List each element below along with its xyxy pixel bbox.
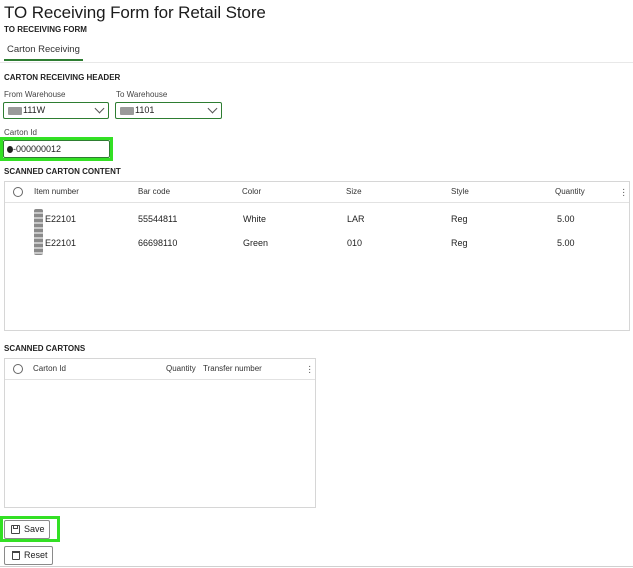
cell-quantity: 5.00 — [557, 238, 575, 248]
more-options-icon[interactable]: · · · — [622, 185, 625, 201]
chevron-down-icon[interactable] — [207, 103, 218, 114]
from-warehouse-value: 111W — [23, 105, 46, 115]
cell-quantity: 5.00 — [557, 214, 575, 224]
col-item-number[interactable]: Item number — [34, 182, 79, 202]
carton-id-value: -000000012 — [13, 144, 62, 154]
redacted-mark — [8, 106, 22, 115]
col-quantity[interactable]: Quantity — [555, 182, 585, 202]
tab-carton-receiving[interactable]: Carton Receiving — [4, 42, 83, 61]
page-title: TO Receiving Form for Retail Store — [4, 3, 266, 22]
redacted-mark — [120, 106, 134, 115]
cell-color: Green — [243, 238, 269, 248]
to-warehouse-label: To Warehouse — [116, 90, 168, 99]
save-button[interactable]: Save — [4, 520, 50, 539]
carton-id-input[interactable]: -000000012 — [3, 140, 110, 158]
select-all-radio[interactable] — [13, 364, 23, 374]
cell-bar-code: 55544811 — [138, 214, 178, 224]
cell-style: Reg — [451, 214, 468, 224]
col-quantity[interactable]: Quantity — [166, 359, 196, 379]
cell-size: 010 — [347, 238, 363, 248]
col-style[interactable]: Style — [451, 182, 469, 202]
cartons-section-title: SCANNED CARTONS — [4, 344, 86, 353]
save-label: Save — [24, 524, 45, 534]
carton-content-grid: Item number Bar code Color Size Style Qu… — [4, 181, 630, 331]
cell-style: Reg — [451, 238, 468, 248]
cell-size: LAR — [347, 214, 365, 224]
cell-item-number: E22101 — [45, 238, 77, 248]
col-carton-id[interactable]: Carton Id — [33, 359, 66, 379]
from-warehouse-label: From Warehouse — [4, 90, 66, 99]
scanned-cartons-grid: Carton Id Quantity Transfer number · · · — [4, 358, 316, 508]
from-warehouse-select[interactable]: 111W — [3, 102, 109, 119]
cell-color: White — [243, 214, 267, 224]
carton-id-label: Carton Id — [4, 128, 37, 137]
redacted-mark — [34, 209, 43, 255]
tab-divider — [0, 62, 633, 63]
select-all-radio[interactable] — [13, 187, 23, 197]
more-options-icon[interactable]: · · · — [308, 362, 311, 378]
form-subtitle: TO RECEIVING FORM — [4, 25, 87, 34]
reset-label: Reset — [24, 550, 48, 560]
col-color[interactable]: Color — [242, 182, 261, 202]
to-warehouse-value: 1101 — [135, 105, 155, 115]
trash-icon — [12, 551, 20, 560]
header-divider — [5, 379, 315, 380]
cell-item-number: E22101 — [45, 214, 77, 224]
reset-button[interactable]: Reset — [4, 546, 53, 565]
save-icon — [11, 525, 20, 534]
chevron-down-icon[interactable] — [94, 103, 105, 114]
to-warehouse-select[interactable]: 1101 — [115, 102, 222, 119]
bottom-divider — [0, 566, 633, 567]
col-size[interactable]: Size — [346, 182, 362, 202]
content-section-title: SCANNED CARTON CONTENT — [4, 167, 121, 176]
header-divider — [5, 202, 629, 203]
header-section-title: CARTON RECEIVING HEADER — [4, 73, 121, 82]
col-transfer-number[interactable]: Transfer number — [203, 359, 262, 379]
col-bar-code[interactable]: Bar code — [138, 182, 170, 202]
cell-bar-code: 66698110 — [138, 238, 178, 248]
